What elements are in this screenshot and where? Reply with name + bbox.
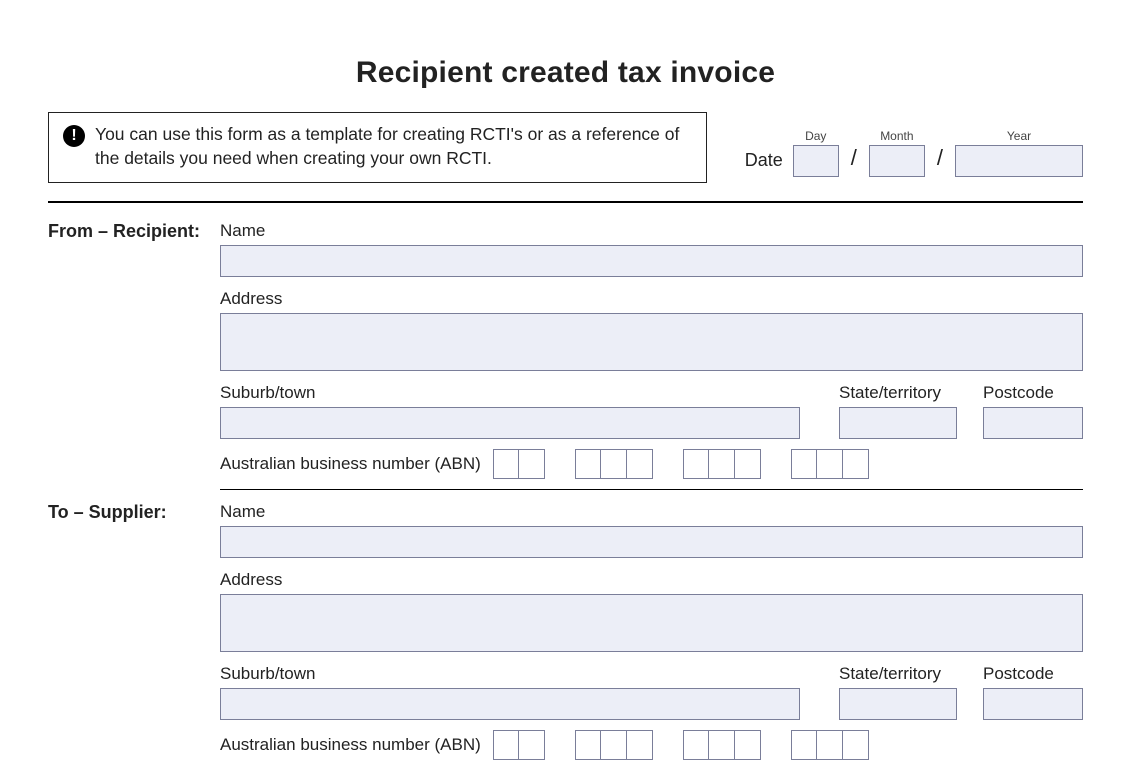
supplier-name-label: Name <box>220 502 1083 522</box>
abn-cell[interactable] <box>519 730 545 760</box>
date-day-label: Day <box>805 129 826 143</box>
page-title: Recipient created tax invoice <box>48 56 1083 90</box>
supplier-state-label: State/territory <box>839 664 957 684</box>
abn-cell[interactable] <box>843 449 869 479</box>
recipient-section-label: From – Recipient: <box>48 221 220 242</box>
abn-cell[interactable] <box>683 730 709 760</box>
recipient-suburb-label: Suburb/town <box>220 383 800 403</box>
supplier-state-input[interactable] <box>839 688 957 720</box>
abn-cell[interactable] <box>791 730 817 760</box>
abn-cell[interactable] <box>735 730 761 760</box>
recipient-state-label: State/territory <box>839 383 957 403</box>
abn-cell[interactable] <box>493 730 519 760</box>
abn-cell[interactable] <box>627 449 653 479</box>
date-slash: / <box>849 145 859 177</box>
date-month-label: Month <box>880 129 913 143</box>
abn-cell[interactable] <box>683 449 709 479</box>
date-year-input[interactable] <box>955 145 1083 177</box>
divider <box>220 489 1083 490</box>
supplier-suburb-input[interactable] <box>220 688 800 720</box>
supplier-section-label: To – Supplier: <box>48 502 220 523</box>
supplier-postcode-input[interactable] <box>983 688 1083 720</box>
supplier-name-input[interactable] <box>220 526 1083 558</box>
abn-cell[interactable] <box>493 449 519 479</box>
recipient-address-input[interactable] <box>220 313 1083 371</box>
supplier-postcode-label: Postcode <box>983 664 1083 684</box>
supplier-abn-label: Australian business number (ABN) <box>220 735 481 755</box>
info-icon: ! <box>63 125 85 147</box>
abn-cell[interactable] <box>817 730 843 760</box>
recipient-postcode-label: Postcode <box>983 383 1083 403</box>
abn-cell[interactable] <box>735 449 761 479</box>
abn-cell[interactable] <box>575 730 601 760</box>
date-day-input[interactable] <box>793 145 839 177</box>
supplier-section: To – Supplier: Name Address Suburb/town … <box>48 496 1083 766</box>
abn-cell[interactable] <box>601 730 627 760</box>
date-slash: / <box>935 145 945 177</box>
recipient-name-label: Name <box>220 221 1083 241</box>
divider <box>48 201 1083 203</box>
recipient-address-label: Address <box>220 289 1083 309</box>
notice-box: ! You can use this form as a template fo… <box>48 112 707 183</box>
supplier-address-input[interactable] <box>220 594 1083 652</box>
recipient-postcode-input[interactable] <box>983 407 1083 439</box>
abn-cell[interactable] <box>519 449 545 479</box>
abn-cell[interactable] <box>601 449 627 479</box>
recipient-section: From – Recipient: Name Address Suburb/to… <box>48 215 1083 496</box>
supplier-suburb-label: Suburb/town <box>220 664 800 684</box>
abn-cell[interactable] <box>791 449 817 479</box>
recipient-name-input[interactable] <box>220 245 1083 277</box>
abn-cell[interactable] <box>843 730 869 760</box>
recipient-suburb-input[interactable] <box>220 407 800 439</box>
notice-text: You can use this form as a template for … <box>95 123 692 170</box>
abn-cell[interactable] <box>709 449 735 479</box>
recipient-abn-label: Australian business number (ABN) <box>220 454 481 474</box>
date-label: Date <box>745 150 783 171</box>
abn-cell[interactable] <box>709 730 735 760</box>
date-block: Date Day / Month / Year <box>745 112 1083 183</box>
abn-cell[interactable] <box>627 730 653 760</box>
abn-cell[interactable] <box>817 449 843 479</box>
date-month-input[interactable] <box>869 145 925 177</box>
recipient-state-input[interactable] <box>839 407 957 439</box>
date-year-label: Year <box>1007 129 1031 143</box>
supplier-address-label: Address <box>220 570 1083 590</box>
abn-cell[interactable] <box>575 449 601 479</box>
